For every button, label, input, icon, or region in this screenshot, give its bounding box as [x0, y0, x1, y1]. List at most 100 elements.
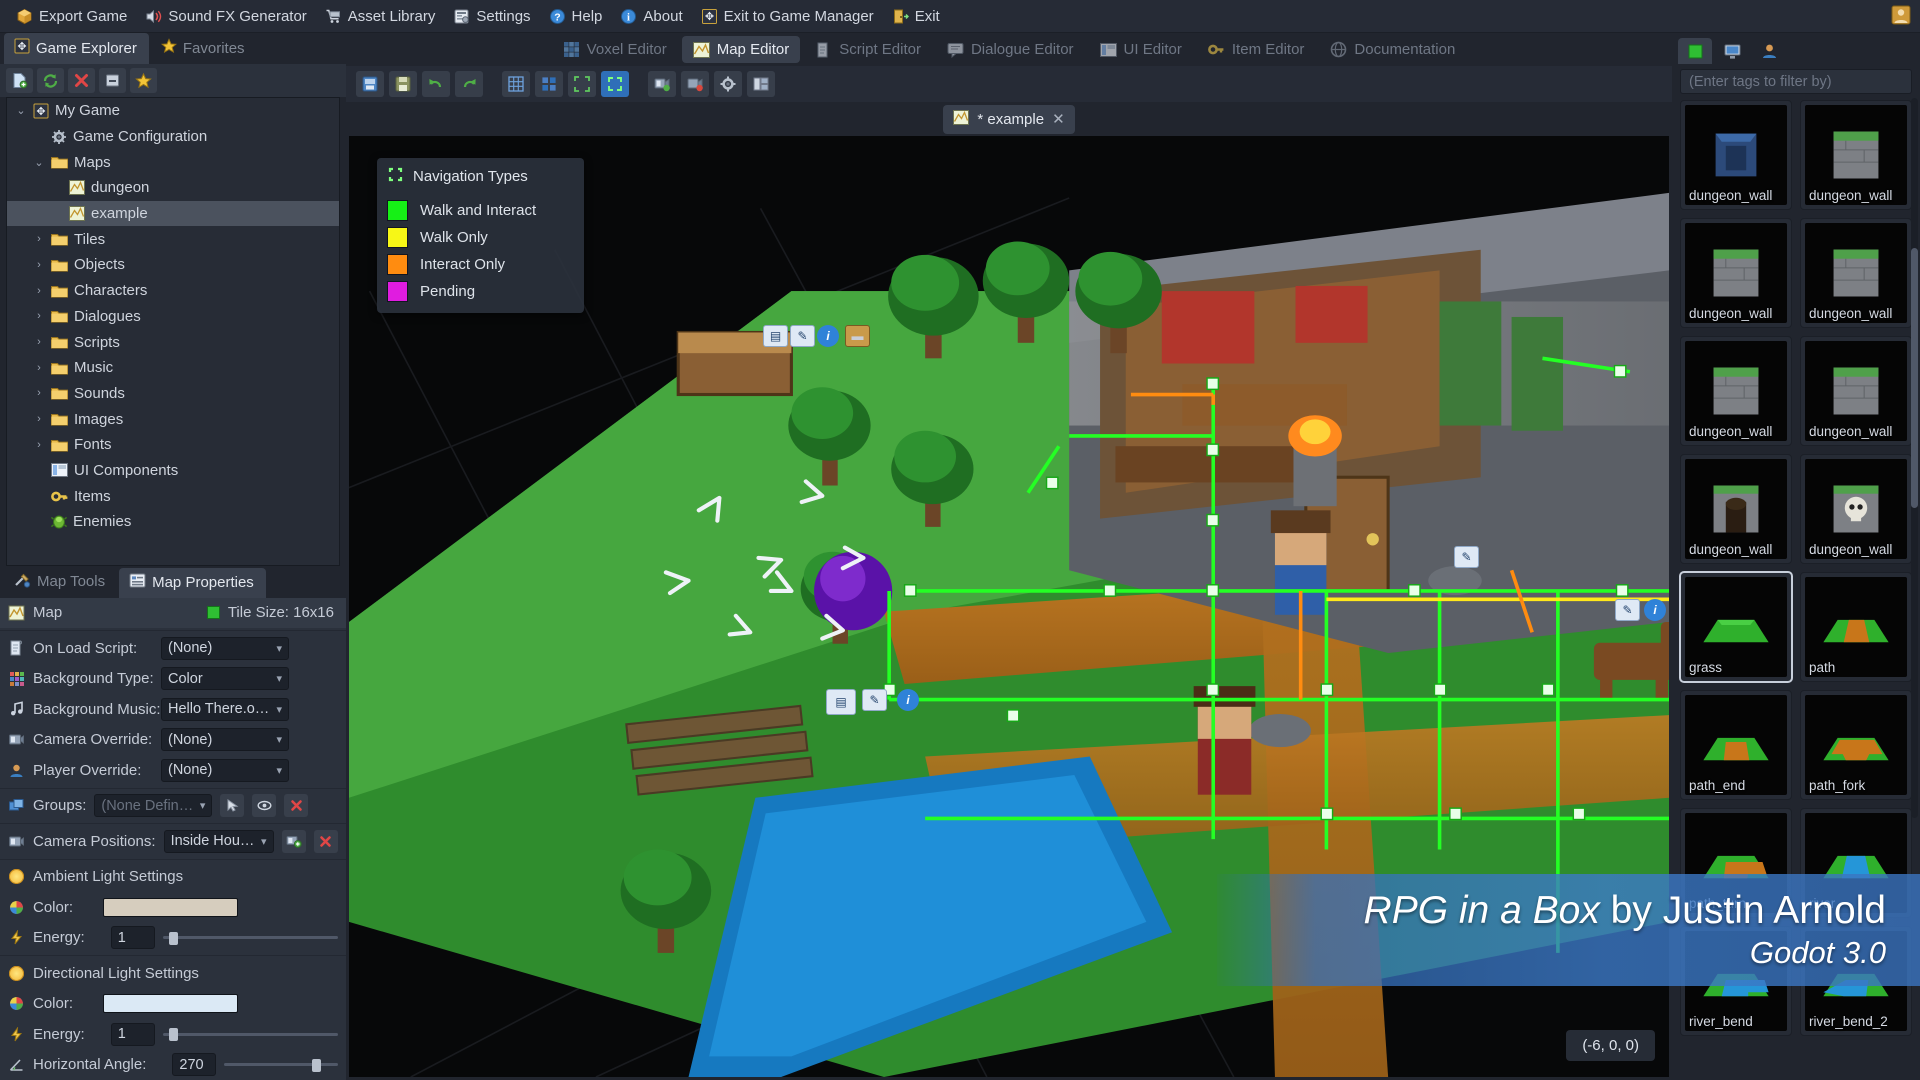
favorite-button[interactable] [130, 68, 157, 93]
chevron-right-icon[interactable]: › [33, 285, 45, 297]
tree-item-example[interactable]: example [7, 200, 339, 227]
tree-item-images[interactable]: › Images [7, 406, 339, 432]
camera-positions-select[interactable]: Inside House ▾ [163, 829, 274, 853]
document-tab-example[interactable]: * example ✕ [943, 104, 1075, 134]
asset-filter-input[interactable]: (Enter tags to filter by) [1680, 69, 1912, 94]
asset-tile[interactable]: dungeon_wall [1800, 336, 1912, 446]
redo-button[interactable] [455, 71, 483, 97]
asset-tile[interactable]: dungeon_wall [1680, 218, 1792, 328]
tiles-tab[interactable] [1678, 38, 1712, 64]
refresh-button[interactable] [37, 68, 64, 93]
tree-item-characters[interactable]: › Characters [7, 278, 339, 304]
item-marker-icon[interactable]: ▬ [845, 325, 870, 347]
tab-favorites[interactable]: Favorites [151, 33, 257, 64]
chevron-right-icon[interactable]: › [33, 310, 45, 322]
tab-dialogue-editor[interactable]: Dialogue Editor [936, 36, 1085, 63]
camera-delete-button[interactable] [313, 829, 338, 853]
tree-item-my-game[interactable]: ⌄ ✥ My Game [7, 98, 339, 124]
user-account-icon[interactable] [1890, 4, 1912, 30]
tab-map-editor[interactable]: Map Editor [681, 36, 801, 63]
directional-angle-input[interactable]: 270 [172, 1053, 217, 1077]
dialogue-marker-icon[interactable]: ▤ [826, 689, 856, 715]
tab-map-tools[interactable]: Map Tools [4, 567, 117, 598]
asset-scrollbar[interactable] [1911, 98, 1918, 818]
directional-color-swatch[interactable] [103, 994, 239, 1014]
asset-tile[interactable]: grass [1680, 572, 1792, 682]
tree-item-fonts[interactable]: › Fonts [7, 432, 339, 458]
tree-item-sounds[interactable]: › Sounds [7, 381, 339, 407]
script-marker-icon[interactable]: ✎ [1454, 546, 1479, 568]
asset-tile[interactable]: dungeon_wall [1680, 454, 1792, 564]
script-marker-icon[interactable]: ✎ [862, 689, 887, 711]
property-select[interactable]: (None) ▾ [161, 728, 289, 752]
chevron-right-icon[interactable]: › [33, 413, 45, 425]
asset-tile[interactable]: path_end [1680, 690, 1792, 800]
tab-voxel-editor[interactable]: Voxel Editor [552, 36, 678, 63]
asset-tile[interactable]: path [1800, 572, 1912, 682]
menu-help[interactable]: ? Help [541, 4, 611, 29]
info-marker-icon[interactable]: i [897, 689, 919, 711]
asset-tile[interactable]: dungeon_wall [1800, 454, 1912, 564]
ambient-color-swatch[interactable] [103, 897, 239, 917]
property-select[interactable]: Color ▾ [161, 667, 289, 691]
tab-game-explorer[interactable]: ✥ Game Explorer [4, 33, 149, 64]
tree-item-scripts[interactable]: › Scripts [7, 329, 339, 355]
info-marker-icon[interactable]: i [817, 325, 839, 347]
tree-item-enemies[interactable]: Enemies [7, 509, 339, 535]
asset-tile[interactable]: dungeon_wall [1800, 218, 1912, 328]
groups-visibility-button[interactable] [252, 794, 277, 818]
tree-item-objects[interactable]: › Objects [7, 252, 339, 278]
groups-delete-button[interactable] [284, 794, 309, 818]
delete-button[interactable] [68, 68, 95, 93]
property-select[interactable]: (None) ▾ [161, 636, 289, 660]
menu-sound-fx-generator[interactable]: Sound FX Generator [137, 4, 314, 29]
chevron-down-icon[interactable]: ⌄ [15, 104, 27, 117]
chevron-right-icon[interactable]: › [33, 233, 45, 245]
tab-map-properties[interactable]: Map Properties [119, 567, 266, 598]
light-button[interactable] [681, 71, 709, 97]
tree-item-game-configuration[interactable]: Game Configuration [7, 124, 339, 150]
objects-tab[interactable] [1715, 38, 1749, 64]
chevron-right-icon[interactable]: › [33, 439, 45, 451]
asset-tile[interactable]: dungeon_wall [1800, 100, 1912, 210]
tree-item-tiles[interactable]: › Tiles [7, 226, 339, 252]
collapse-button[interactable] [99, 68, 126, 93]
camera-button[interactable] [648, 71, 676, 97]
menu-export-game[interactable]: Export Game [8, 4, 135, 29]
directional-angle-slider[interactable] [224, 1056, 338, 1074]
ambient-energy-slider[interactable] [162, 929, 338, 947]
directional-energy-input[interactable]: 1 [110, 1022, 155, 1046]
menu-exit[interactable]: Exit [884, 4, 948, 29]
chevron-right-icon[interactable]: › [33, 259, 45, 271]
tree-item-dungeon[interactable]: dungeon [7, 175, 339, 201]
project-tree[interactable]: ⌄ ✥ My Game Game Configuration ⌄ Maps dungeon e… [6, 97, 340, 566]
chevron-down-icon[interactable]: ⌄ [33, 156, 45, 169]
menu-settings[interactable]: Settings [445, 4, 538, 29]
chevron-right-icon[interactable]: › [33, 336, 45, 348]
undo-button[interactable] [422, 71, 450, 97]
tab-ui-editor[interactable]: UI Editor [1089, 36, 1193, 63]
asset-tile[interactable]: dungeon_wall [1680, 100, 1792, 210]
snap-toggle-button[interactable] [535, 71, 563, 97]
close-icon[interactable]: ✕ [1052, 110, 1065, 128]
characters-tab[interactable] [1752, 38, 1786, 64]
menu-about[interactable]: i About [612, 4, 690, 29]
asset-tile[interactable]: dungeon_wall [1680, 336, 1792, 446]
tab-script-editor[interactable]: Script Editor [804, 36, 932, 63]
tree-item-dialogues[interactable]: › Dialogues [7, 304, 339, 330]
directional-energy-slider[interactable] [162, 1025, 338, 1043]
new-file-button[interactable] [6, 68, 33, 93]
expand-button[interactable] [568, 71, 596, 97]
info-marker-icon[interactable]: i [1644, 599, 1666, 621]
script-marker-icon[interactable]: ✎ [790, 325, 815, 347]
tree-item-items[interactable]: Items [7, 483, 339, 509]
property-select[interactable]: (None) ▾ [161, 758, 289, 782]
menu-exit-to-game-manager[interactable]: ✥ Exit to Game Manager [693, 4, 882, 29]
asset-tile[interactable]: path_fork [1800, 690, 1912, 800]
tree-item-maps[interactable]: ⌄ Maps [7, 149, 339, 175]
groups-select-button[interactable] [220, 794, 245, 818]
ambient-energy-input[interactable]: 1 [110, 926, 155, 950]
new-map-button[interactable] [356, 71, 384, 97]
script-marker-icon[interactable]: ✎ [1615, 599, 1640, 621]
groups-select[interactable]: (None Defined) ▾ [94, 794, 213, 818]
